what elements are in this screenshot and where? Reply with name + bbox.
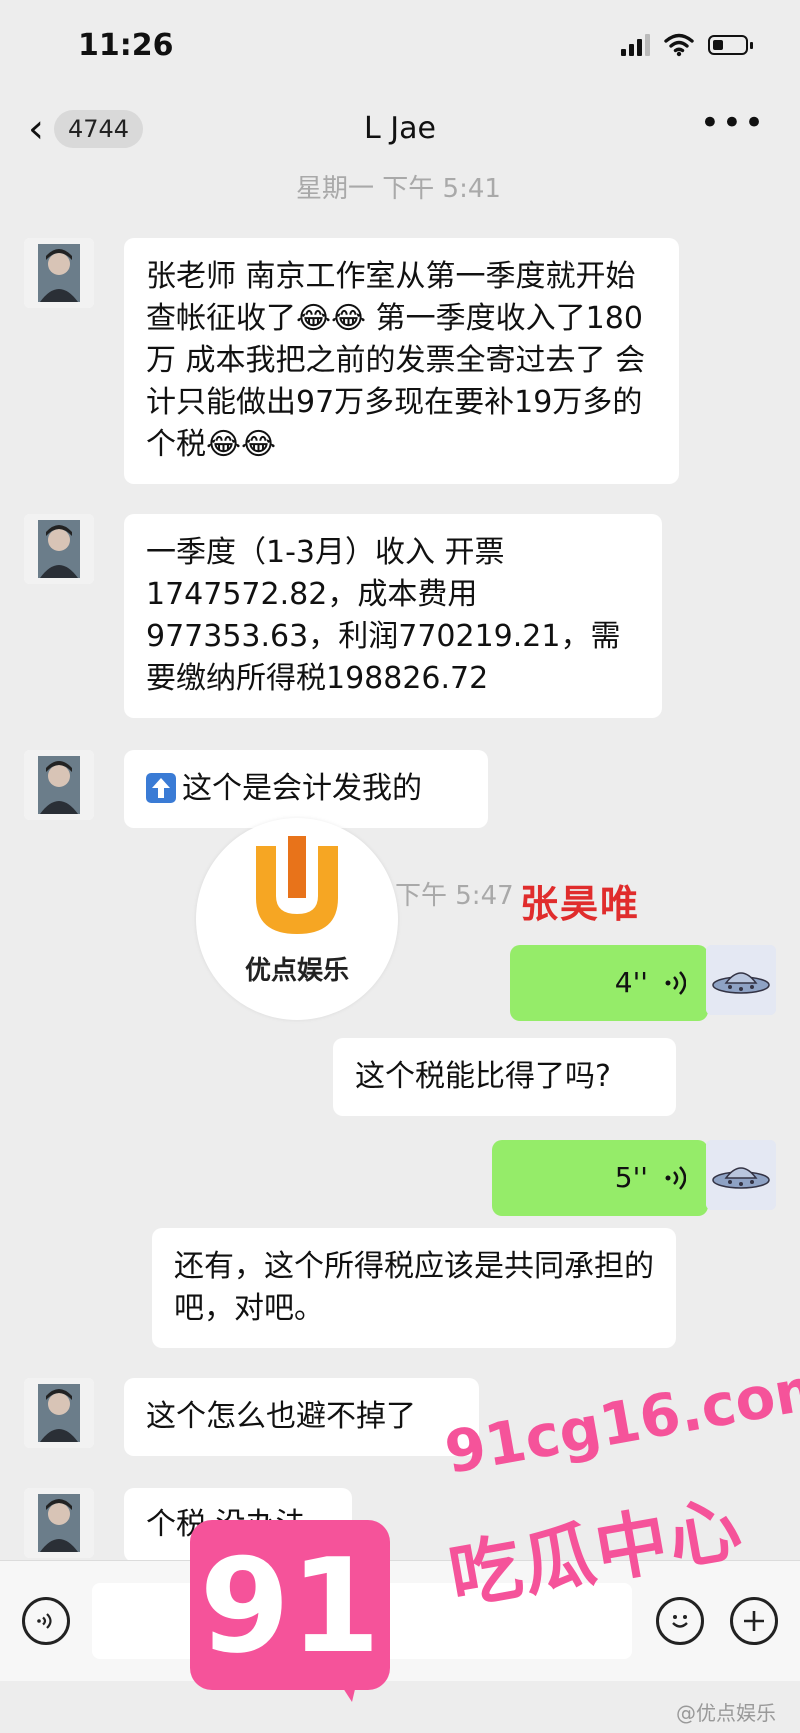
weibo-watermark: @优点娱乐 [676, 1701, 776, 1725]
status-time: 11:26 [78, 28, 174, 63]
message-bubble-incoming[interactable]: 一季度（1-3月）收入 开票1747572.82，成本费用977353.63，利… [124, 514, 662, 718]
status-bar: 11:26 [0, 0, 800, 95]
timestamp: 星期一 下午 5:41 [296, 174, 501, 204]
voice-wave-icon [665, 971, 686, 995]
logo-text: 优点娱乐 [244, 956, 349, 986]
contact-avatar[interactable] [24, 238, 94, 308]
wifi-icon [664, 33, 694, 57]
watermark-logo: 优点娱乐 [196, 818, 398, 1020]
message-bubble-outgoing[interactable]: 还有，这个所得税应该是共同承担的吧，对吧。 [152, 1228, 676, 1348]
add-attachment-icon[interactable] [730, 1597, 778, 1645]
message-text: 这个是会计发我的 [182, 771, 422, 806]
watermark-url: 91cg16.com [440, 1351, 800, 1487]
contact-avatar[interactable] [24, 750, 94, 820]
contact-avatar[interactable] [24, 514, 94, 584]
chat-nav-bar: ‹ 4744 L Jae ••• [0, 95, 800, 165]
watermark-badge-tail [330, 1668, 360, 1702]
signal-icon [621, 34, 650, 56]
my-avatar[interactable] [706, 1140, 776, 1210]
battery-icon [708, 35, 753, 55]
voice-input-icon[interactable] [22, 1597, 70, 1645]
watermark-number: 91 [199, 1530, 381, 1682]
voice-duration: 4'' [614, 966, 648, 999]
voice-wave-icon [665, 1166, 686, 1190]
voice-message-bubble[interactable]: 5'' [492, 1140, 708, 1216]
contact-avatar[interactable] [24, 1488, 94, 1558]
more-options-icon[interactable]: ••• [700, 103, 766, 143]
voice-duration: 5'' [614, 1161, 648, 1194]
message-bubble-incoming[interactable]: 这个是会计发我的 [124, 750, 488, 828]
my-avatar[interactable] [706, 945, 776, 1015]
message-bubble-incoming[interactable]: 这个怎么也避不掉了 [124, 1378, 479, 1456]
highlighted-name: 张昊唯 [520, 882, 641, 926]
message-bubble-incoming[interactable]: 张老师 南京工作室从第一季度就开始查帐征收了😂😂 第一季度收入了180万 成本我… [124, 238, 679, 484]
status-icons [621, 33, 753, 57]
message-bubble-outgoing[interactable]: 这个税能比得了吗? [333, 1038, 676, 1116]
chat-title: L Jae [364, 111, 436, 146]
emoji-icon[interactable] [656, 1597, 704, 1645]
contact-avatar[interactable] [24, 1378, 94, 1448]
up-arrow-icon [146, 773, 176, 803]
timestamp: 下午 5:47 [395, 881, 514, 911]
watermark-badge: 91 [190, 1520, 390, 1690]
voice-message-bubble[interactable]: 4'' [510, 945, 708, 1021]
